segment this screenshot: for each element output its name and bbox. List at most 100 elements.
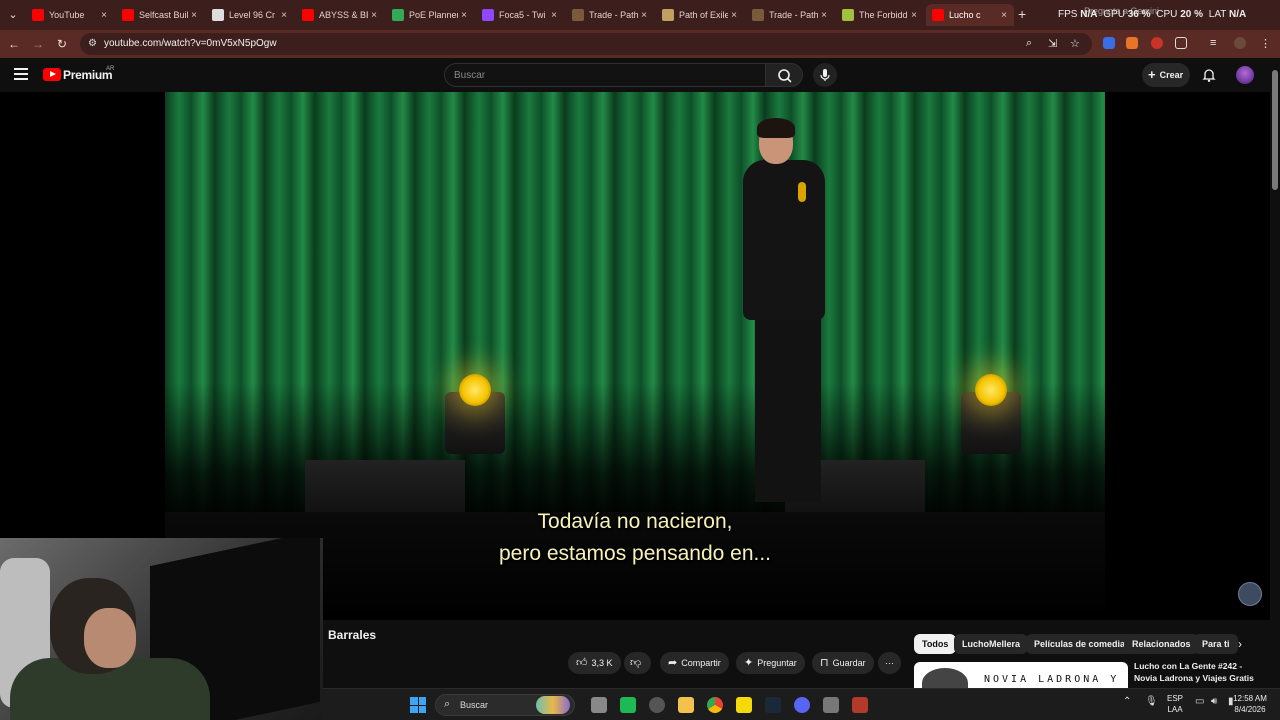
chip[interactable]: Relacionados [1124,634,1199,654]
tab-close-icon[interactable]: × [638,10,650,21]
chrome-icon[interactable] [707,697,723,713]
channel-avatar-overlay[interactable] [1238,582,1262,606]
taskbar-search[interactable]: ⌕ Buscar [435,694,575,716]
layout-code: LAA [1167,705,1183,714]
plus-icon: + [1148,67,1156,82]
voice-search-button[interactable] [813,63,837,87]
chip[interactable]: Películas de comedia [1026,634,1134,654]
extension-bitwarden-icon[interactable] [1103,37,1115,49]
notifications-bell-icon[interactable] [1201,67,1217,83]
webcam-overlay [0,538,323,720]
tab-close-icon[interactable]: × [458,10,470,21]
zoom-icon[interactable]: ⌕ [1026,37,1032,50]
tab-close-icon[interactable]: × [818,10,830,21]
chrome-menu-icon[interactable]: ⋮ [1260,37,1271,50]
comedian-body [743,160,825,320]
tab-list-icon[interactable]: ≡ [1210,37,1216,49]
steam-icon[interactable] [765,697,781,713]
tab-close-icon[interactable]: × [188,10,200,21]
more-actions-button[interactable]: ⋯ [878,652,901,674]
scrollbar-thumb[interactable] [1272,70,1278,190]
related-video-thumbnail[interactable]: NOVIA LADRONA Y [914,662,1128,690]
discord-icon[interactable] [794,697,810,713]
tab-title: Level 96 Cr [229,10,276,20]
browser-tab[interactable]: Path of Exile × [656,4,744,26]
file-explorer-icon[interactable] [678,697,694,713]
youtube-brand-label[interactable]: Premium [63,68,113,82]
poe-icon [572,9,584,21]
ask-button[interactable]: ✦ Preguntar [736,652,805,674]
tab-close-icon[interactable]: × [548,10,560,21]
youtube-logo-icon[interactable] [43,68,61,81]
share-button[interactable]: ➦ Compartir [660,652,729,674]
chip[interactable]: LuchoMellera [954,634,1029,654]
back-arrow-icon[interactable]: ← [4,34,24,54]
taskbar-clock[interactable]: 12:58 AM 8/4/2026 [1228,693,1272,715]
site-info-icon[interactable]: ⚙ [88,38,97,49]
extension-record-icon[interactable] [1151,37,1163,49]
chevron-right-icon[interactable]: › [1238,634,1252,654]
clock-time: 12:58 AM [1233,694,1267,703]
extension-fox-icon[interactable] [1126,37,1138,49]
extensions-puzzle-icon[interactable] [1175,37,1187,49]
chip[interactable]: Para ti [1194,634,1238,654]
keyboard-language[interactable]: ESP LAA [1164,693,1186,715]
browser-tab[interactable]: Trade - Path × [566,4,654,26]
browser-tab[interactable]: PoE Planner × [386,4,474,26]
browser-toolbar: ← → ↻ ⚙ youtube.com/watch?v=0mV5xN5pOgw … [0,30,1280,58]
search-button[interactable] [765,63,803,87]
sparkle-icon: ✦ [744,657,754,669]
bookmark-star-icon[interactable]: ☆ [1070,37,1080,50]
browser-tab[interactable]: YouTube × [26,4,114,26]
save-button[interactable]: ⊓ Guardar [812,652,874,674]
tab-close-icon[interactable]: × [908,10,920,21]
task-view-icon[interactable] [591,697,607,713]
chip[interactable]: Todos [914,634,957,654]
tab-close-icon[interactable]: × [728,10,740,21]
app-settings-icon[interactable] [649,697,665,713]
tray-volume-icon[interactable]: 🔊︎ [1211,696,1217,707]
browser-tab[interactable]: Selfcast Buil × [116,4,204,26]
app-orange-icon[interactable] [852,697,868,713]
tab-close-icon[interactable]: × [998,10,1010,21]
search-input[interactable] [445,64,765,86]
share-icon: ➦ [668,657,678,669]
tray-overflow-chevron-icon[interactable]: ⌃ [1123,696,1131,707]
tray-network-icon[interactable]: ▭ [1195,696,1204,707]
hamburger-menu-icon[interactable] [14,68,28,80]
install-app-icon[interactable]: ⇲ [1048,37,1057,50]
dislike-button[interactable]: 👎︎ [624,652,652,674]
more-dots-icon: ⋯ [885,658,894,668]
page-scrollbar[interactable] [1270,58,1280,688]
related-video-title[interactable]: Lucho con La Gente #242 - Novia Ladrona … [1134,660,1266,684]
tray-microphone-icon[interactable]: 🎙︎ [1145,696,1158,707]
create-button[interactable]: + Crear [1142,63,1190,87]
browser-tab[interactable]: Level 96 Cr × [206,4,294,26]
tab-close-icon[interactable]: × [278,10,290,21]
like-button[interactable]: 👍︎ 3,3 K [568,652,621,674]
new-tab-plus-icon[interactable]: + [1018,6,1026,22]
search-icon [778,69,792,83]
tab-search-chevron-icon[interactable]: ⌄ [4,6,22,24]
thumbnail-text: NOVIA LADRONA Y [984,674,1120,685]
browser-tab[interactable]: The Forbidd × [836,4,924,26]
browser-tab[interactable]: Lucho c × [926,4,1014,26]
reload-icon[interactable]: ↻ [52,34,72,54]
address-bar[interactable]: ⚙ youtube.com/watch?v=0mV5xN5pOgw ⌕ ⇲ ☆ [80,33,1092,55]
browser-tab[interactable]: ABYSS & BE × [296,4,384,26]
account-avatar[interactable] [1236,66,1254,84]
browser-tab[interactable]: Foca5 - Twi × [476,4,564,26]
app-tools-icon[interactable] [823,697,839,713]
browser-tab[interactable]: Trade - Path × [746,4,834,26]
windows-start-icon[interactable] [410,697,426,713]
youtube-icon [302,9,314,21]
app-green-icon[interactable] [620,697,636,713]
tab-close-icon[interactable]: × [98,10,110,21]
forward-arrow-icon[interactable]: → [28,34,48,54]
sticky-notes-icon[interactable] [736,697,752,713]
comedian-hair [757,118,795,138]
profile-avatar-icon[interactable] [1234,37,1246,49]
clock-date: 8/4/2026 [1234,705,1266,714]
tab-close-icon[interactable]: × [368,10,380,21]
streamer-face [84,608,136,668]
